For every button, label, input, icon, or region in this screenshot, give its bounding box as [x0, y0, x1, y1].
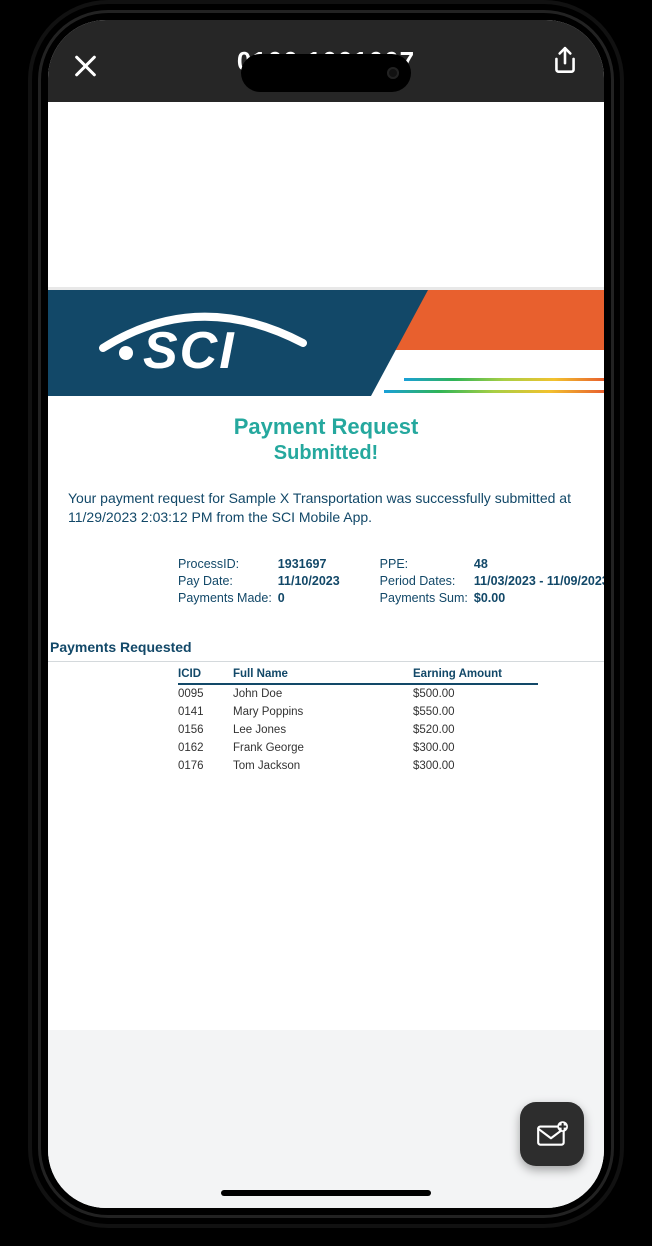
paymentssum-value: $0.00 — [474, 591, 604, 605]
phone-volume-down — [14, 410, 28, 510]
details-grid: ProcessID: 1931697 PPE: 48 Pay Date: 11/… — [178, 557, 584, 605]
cell-name: Tom Jackson — [233, 760, 413, 772]
document-viewer[interactable]: SCI Payment Request Submitted! Your paym… — [48, 102, 604, 1208]
cell-amount: $300.00 — [413, 742, 538, 754]
perioddates-value: 11/03/2023 - 11/09/2023 — [474, 574, 604, 588]
compose-mail-button[interactable] — [520, 1102, 584, 1166]
phone-volume-up — [14, 290, 28, 390]
home-indicator[interactable] — [221, 1190, 431, 1196]
table-header-row: ICID Full Name Earning Amount — [178, 668, 538, 685]
close-button[interactable] — [70, 52, 100, 82]
banner-rainbow-line-1 — [404, 378, 604, 381]
report-title-block: Payment Request Submitted! — [48, 414, 604, 465]
share-icon — [552, 46, 578, 76]
dynamic-island — [241, 54, 411, 92]
report-banner: SCI — [48, 290, 604, 396]
cell-amount: $550.00 — [413, 706, 538, 718]
cell-icid: 0156 — [178, 724, 233, 736]
document-top-whitespace — [48, 102, 604, 290]
phone-power-button — [638, 330, 652, 470]
svg-text:SCI: SCI — [143, 322, 236, 380]
screen: 0100 1001007 — [48, 20, 604, 1208]
paymentsmade-label: Payments Made: — [178, 591, 272, 605]
mail-plus-icon — [535, 1117, 569, 1151]
table-row: 0162Frank George$300.00 — [178, 739, 538, 757]
table-row: 0176Tom Jackson$300.00 — [178, 757, 538, 775]
cell-icid: 0162 — [178, 742, 233, 754]
table-row: 0156Lee Jones$520.00 — [178, 721, 538, 739]
report-title-line1: Payment Request — [48, 414, 604, 440]
ppe-value: 48 — [474, 557, 604, 571]
table-row: 0095John Doe$500.00 — [178, 685, 538, 703]
cell-name: Mary Poppins — [233, 706, 413, 718]
processid-value: 1931697 — [278, 557, 340, 571]
col-name: Full Name — [233, 668, 413, 680]
processid-label: ProcessID: — [178, 557, 272, 571]
paymentsmade-value: 0 — [278, 591, 340, 605]
cell-name: Lee Jones — [233, 724, 413, 736]
sci-logo: SCI — [88, 298, 318, 393]
cell-name: Frank George — [233, 742, 413, 754]
phone-silent-switch — [14, 210, 28, 260]
share-button[interactable] — [552, 46, 582, 76]
col-icid: ICID — [178, 668, 233, 680]
cell-icid: 0141 — [178, 706, 233, 718]
cell-amount: $520.00 — [413, 724, 538, 736]
cell-amount: $500.00 — [413, 688, 538, 700]
cell-name: John Doe — [233, 688, 413, 700]
camera-dot — [387, 67, 399, 79]
banner-rainbow-line-2 — [384, 390, 604, 393]
table-row: 0141Mary Poppins$550.00 — [178, 703, 538, 721]
perioddates-label: Period Dates: — [380, 574, 468, 588]
ppe-label: PPE: — [380, 557, 468, 571]
confirmation-text: Your payment request for Sample X Transp… — [68, 489, 584, 527]
payments-requested-heading: Payments Requested — [48, 639, 604, 662]
paydate-label: Pay Date: — [178, 574, 272, 588]
paydate-value: 11/10/2023 — [278, 574, 340, 588]
report-title-line2: Submitted! — [48, 442, 604, 465]
cell-amount: $300.00 — [413, 760, 538, 772]
payments-table: ICID Full Name Earning Amount 0095John D… — [178, 668, 538, 775]
cell-icid: 0176 — [178, 760, 233, 772]
paymentssum-label: Payments Sum: — [380, 591, 468, 605]
col-amount: Earning Amount — [413, 668, 538, 680]
payment-report: SCI Payment Request Submitted! Your paym… — [48, 290, 604, 1030]
cell-icid: 0095 — [178, 688, 233, 700]
